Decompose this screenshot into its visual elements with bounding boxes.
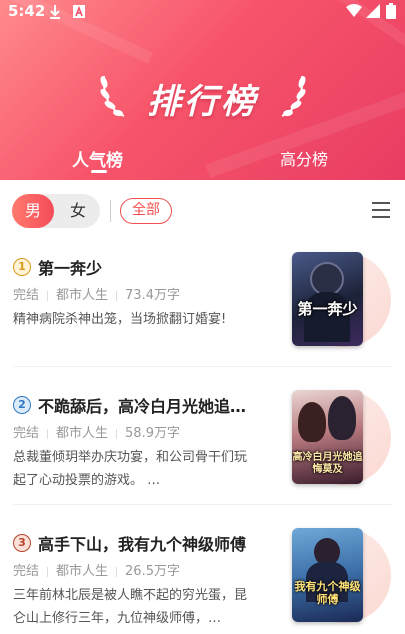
book-genre: 都市人生	[56, 288, 109, 303]
book-title[interactable]: 第一奔少	[38, 255, 258, 279]
book-meta: 完结 都市人生 26.5万字	[13, 560, 180, 579]
book-status: 完结	[13, 288, 40, 303]
signal-icon	[366, 4, 380, 18]
filter-bar: 男 女 全部	[0, 180, 405, 244]
ranking-tabs: 人气榜 高分榜	[0, 146, 405, 171]
book-meta: 完结 都市人生 58.9万字	[13, 422, 180, 441]
book-description: 精神病院杀神出笼，当场掀翻订婚宴!	[13, 312, 227, 327]
book-cover[interactable]: 第一奔少	[292, 252, 363, 346]
book-meta: 完结 都市人生 73.4万字	[13, 284, 180, 303]
list-item[interactable]: 1 第一奔少 完结 都市人生 73.4万字 精神病院杀神出笼，当场掀翻订婚宴! 第一…	[0, 252, 405, 377]
book-status: 完结	[13, 564, 40, 579]
active-tab-indicator	[91, 170, 107, 173]
book-status: 完结	[13, 426, 40, 441]
battery-icon	[386, 3, 396, 19]
list-item[interactable]: 2 不跪舔后，高冷白月光她追… 完结 都市人生 58.9万字 总裁董倾玥举办庆功宴，…	[0, 390, 405, 515]
status-time: 5:42	[8, 2, 46, 20]
gender-female-button[interactable]: 女	[58, 194, 98, 228]
cover-title: 我有九个神级师傅	[294, 580, 361, 606]
category-all-button[interactable]: 全部	[120, 198, 172, 224]
book-description: 三年前林北辰是被人瞧不起的穷光蛋，昆仑山上修行三年，九位神级师傅，…	[13, 588, 248, 626]
book-genre: 都市人生	[56, 564, 109, 579]
book-cover[interactable]: 高冷白月光她追悔莫及	[292, 390, 363, 484]
cover-title: 高冷白月光她追悔莫及	[292, 452, 363, 475]
rank-badge: 1	[13, 258, 31, 276]
book-genre: 都市人生	[56, 426, 109, 441]
rank-badge: 2	[13, 396, 31, 414]
book-description: 总裁董倾玥举办庆功宴，和公司骨干们玩起了心动投票的游戏。 …	[13, 450, 248, 488]
cover-title: 第一奔少	[297, 300, 358, 318]
rank-badge: 3	[13, 534, 31, 552]
download-icon	[50, 5, 60, 19]
list-item[interactable]: 3 高手下山，我有九个神级师傅 完结 都市人生 26.5万字 三年前林北辰是被人瞧不…	[0, 528, 405, 634]
tab-high-score[interactable]: 高分榜	[280, 146, 328, 170]
filter-divider	[110, 200, 111, 222]
book-words: 26.5万字	[125, 564, 180, 579]
gender-male-button[interactable]: 男	[12, 194, 54, 228]
tab-popularity[interactable]: 人气榜	[72, 146, 123, 171]
header-banner: 5:42 排行榜 人气榜 高分榜	[0, 0, 405, 180]
book-words: 73.4万字	[125, 288, 180, 303]
wifi-icon	[346, 4, 362, 17]
banner-title: 排行榜	[147, 82, 258, 122]
book-title[interactable]: 不跪舔后，高冷白月光她追…	[38, 393, 258, 417]
menu-icon[interactable]	[372, 202, 392, 220]
status-bar: 5:42	[0, 0, 405, 24]
book-title[interactable]: 高手下山，我有九个神级师傅	[38, 531, 258, 555]
app-notification-icon	[73, 5, 85, 18]
list-divider	[13, 366, 393, 367]
list-divider	[13, 504, 393, 505]
book-words: 58.9万字	[125, 426, 180, 441]
gender-toggle: 男 女	[12, 194, 100, 228]
book-cover[interactable]: 我有九个神级师傅	[292, 528, 363, 622]
